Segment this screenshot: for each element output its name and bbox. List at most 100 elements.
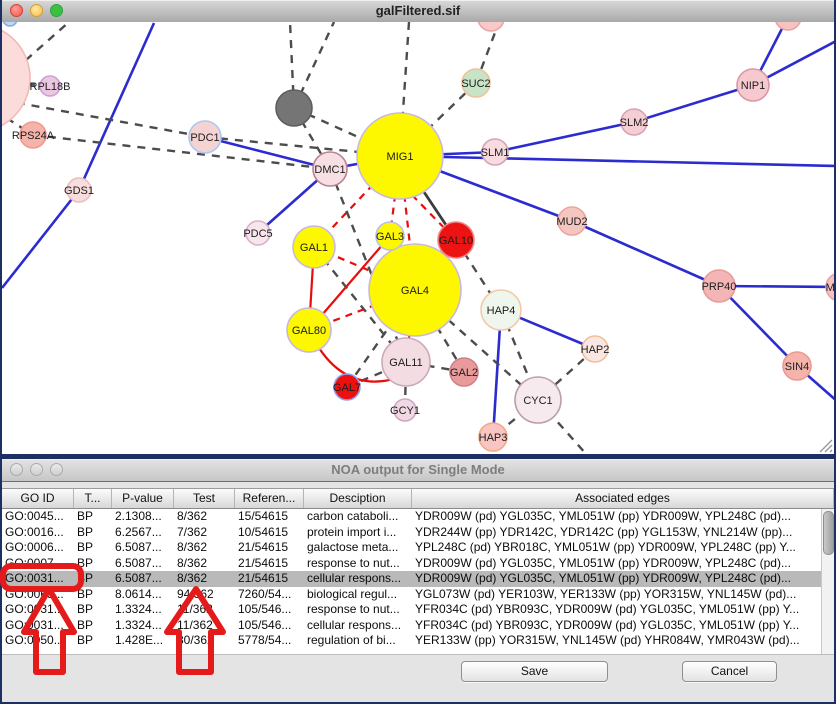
vertical-scrollbar[interactable] (821, 509, 834, 654)
table-row[interactable]: GO:0065...BP8.0614...94/3627260/54...bio… (2, 587, 834, 603)
table-row[interactable]: GO:0007...BP6.5087...8/36221/54615respon… (2, 556, 834, 572)
column-header-associated-edges[interactable]: Associated edges (412, 489, 834, 508)
cell: YDR244W (pp) YDR142C, YDR142C (pp) YGL15… (412, 525, 826, 541)
cell: 6.2567... (112, 525, 174, 541)
table-row[interactable]: GO:0031...BP6.5087...8/36221/54615cellul… (2, 571, 834, 587)
table-row[interactable]: GO:0031...BP1.3324...11/362105/546...cel… (2, 618, 834, 634)
node-label: RPL18B (30, 81, 71, 93)
node-label: GAL4 (401, 285, 429, 297)
node-label: MIG1 (387, 151, 414, 163)
table-row[interactable]: GO:0050...BP1.428E...80/3625778/54...reg… (2, 633, 834, 649)
scrollbar-thumb[interactable] (823, 511, 834, 555)
cell: 21/54615 (235, 540, 304, 556)
cell: YPL248C (pd) YBR018C, YML051W (pp) YDR00… (412, 540, 826, 556)
graph-edge[interactable] (2, 190, 79, 288)
node-label: MSL5 (826, 282, 834, 294)
table-row[interactable]: GO:0045...BP2.1308...8/36215/54615carbon… (2, 509, 834, 525)
node-label: HAP4 (487, 305, 516, 317)
table-body: GO:0045...BP2.1308...8/36215/54615carbon… (2, 509, 834, 655)
cell: BP (74, 571, 112, 587)
cell: BP (74, 618, 112, 634)
cell: BP (74, 509, 112, 525)
cell: 21/54615 (235, 556, 304, 572)
node-label: GAL1 (300, 242, 328, 254)
cell: cellular respons... (304, 618, 412, 634)
go-results-table: GO IDT...P-valueTestReferen...Desciption… (2, 488, 834, 655)
graph-edge[interactable] (400, 156, 834, 166)
cell: 6.5087... (112, 540, 174, 556)
node-label: PDC1 (190, 132, 219, 144)
cell: 105/546... (235, 602, 304, 618)
cancel-button[interactable]: Cancel (682, 661, 777, 682)
cell: GO:0006... (2, 540, 74, 556)
column-header-referen-[interactable]: Referen... (235, 489, 304, 508)
cell: 15/54615 (235, 509, 304, 525)
node-label: MUD2 (556, 216, 587, 228)
cell: 2.1308... (112, 509, 174, 525)
graph-edge[interactable] (495, 122, 634, 152)
table-row[interactable]: GO:0031...BP1.3324...11/362105/546...res… (2, 602, 834, 618)
cell: cellular respons... (304, 571, 412, 587)
node-label: RPS24A (12, 130, 55, 142)
cell: BP (74, 556, 112, 572)
graph-edge[interactable] (634, 85, 753, 122)
cell: GO:0065... (2, 587, 74, 603)
cell: BP (74, 587, 112, 603)
cell: 11/362 (174, 602, 235, 618)
cell: YFR034C (pd) YBR093C, YDR009W (pd) YGL03… (412, 602, 826, 618)
column-header-test[interactable]: Test (174, 489, 235, 508)
cell: protein import i... (304, 525, 412, 541)
table-header-row: GO IDT...P-valueTestReferen...Desciption… (2, 488, 834, 509)
cell: 1.428E... (112, 633, 174, 649)
cell: biological regul... (304, 587, 412, 603)
graph-edge[interactable] (79, 23, 154, 190)
cell: 7260/54... (235, 587, 304, 603)
cell: 1.3324... (112, 618, 174, 634)
graph-edge[interactable] (205, 137, 330, 169)
cell: 8/362 (174, 556, 235, 572)
cell: YER133W (pp) YOR315W, YNL145W (pd) YHR08… (412, 633, 826, 649)
column-header-go-id[interactable]: GO ID (2, 489, 74, 508)
node-unlabeled[interactable] (2, 24, 30, 132)
cell: 5778/54... (235, 633, 304, 649)
noa-output-window: NOA output for Single Mode GO IDT...P-va… (0, 457, 836, 704)
node-unlabeled[interactable] (775, 22, 801, 30)
network-graph: RPL18BRPS24AGDS1PDC1MIG1DMC1SUC2SLM1SLM2… (2, 22, 834, 454)
column-header-t-[interactable]: T... (74, 489, 112, 508)
cell: 94/362 (174, 587, 235, 603)
cell: YGL073W (pd) YER103W, YER133W (pp) YOR31… (412, 587, 826, 603)
cell: GO:0031... (2, 602, 74, 618)
cell: YDR009W (pd) YGL035C, YML051W (pp) YDR00… (412, 571, 826, 587)
column-header-desciption[interactable]: Desciption (304, 489, 412, 508)
node-unlabeled[interactable] (478, 22, 504, 31)
table-row[interactable]: GO:0016...BP6.2567...7/36210/54615protei… (2, 525, 834, 541)
node-label: SIN4 (785, 361, 809, 373)
table-row[interactable]: GO:0006...BP6.5087...8/36221/54615galact… (2, 540, 834, 556)
cell: GO:0045... (2, 509, 74, 525)
node-label: SLM2 (620, 117, 649, 129)
resize-grip[interactable] (820, 440, 832, 452)
node-label: GAL3 (376, 231, 404, 243)
cell: GO:0031... (2, 571, 74, 587)
network-window: galFiltered.sif RPL18BRPS24AGDS1PDC1MIG1… (0, 0, 836, 457)
column-header-p-value[interactable]: P-value (112, 489, 174, 508)
cell: 8/362 (174, 540, 235, 556)
save-button[interactable]: Save (461, 661, 608, 682)
network-canvas[interactable]: RPL18BRPS24AGDS1PDC1MIG1DMC1SUC2SLM1SLM2… (2, 22, 834, 454)
graph-edge[interactable] (572, 221, 719, 286)
cell: BP (74, 540, 112, 556)
noa-window-titlebar[interactable]: NOA output for Single Mode (2, 459, 834, 482)
cell: YDR009W (pd) YGL035C, YML051W (pp) YDR00… (412, 509, 826, 525)
cell: 8/362 (174, 571, 235, 587)
cell: regulation of bi... (304, 633, 412, 649)
node-label: SUC2 (461, 78, 490, 90)
cell: 10/54615 (235, 525, 304, 541)
network-window-titlebar[interactable]: galFiltered.sif (2, 0, 834, 23)
node-unlabeled[interactable] (3, 22, 17, 26)
cell: 80/362 (174, 633, 235, 649)
node-label: GAL80 (292, 325, 326, 337)
node-label: CYC1 (523, 395, 552, 407)
cell: 11/362 (174, 618, 235, 634)
graph-edge[interactable] (33, 135, 330, 169)
node-unlabeled[interactable] (276, 90, 312, 126)
